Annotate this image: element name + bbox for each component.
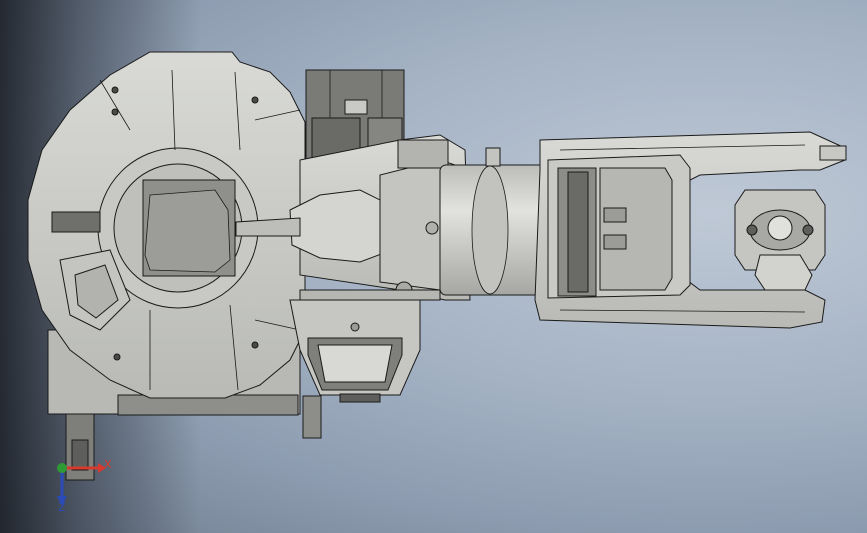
view-orientation-triad: X Z (48, 452, 128, 516)
lower-motor (289, 299, 421, 439)
graphics-viewport[interactable]: X Z (0, 0, 867, 533)
forearm-tube (439, 147, 551, 296)
y-axis-origin (57, 463, 67, 473)
z-axis-label: Z (58, 501, 66, 514)
wrist-flange (734, 189, 826, 291)
x-axis-label: X (104, 458, 112, 471)
robot-arm-model[interactable] (0, 0, 867, 533)
